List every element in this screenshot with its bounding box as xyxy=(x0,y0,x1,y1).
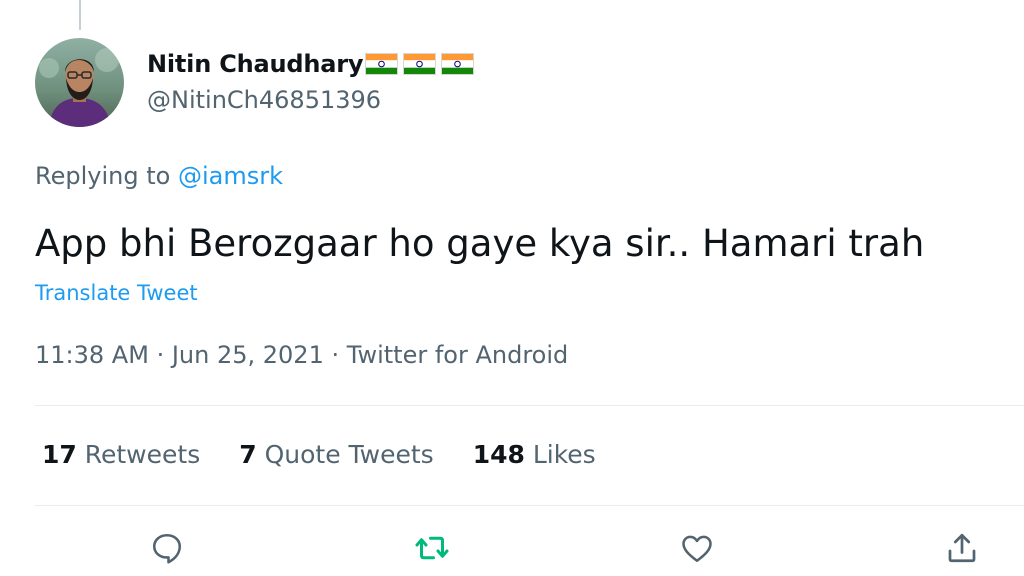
avatar-photo xyxy=(35,38,124,127)
author-handle[interactable]: @NitinCh46851396 xyxy=(147,86,381,114)
tweet-text: App bhi Berozgaar ho gaye kya sir.. Hama… xyxy=(35,222,925,265)
retweets-stat[interactable]: 17 Retweets xyxy=(42,440,200,469)
share-button[interactable] xyxy=(942,528,982,568)
like-button[interactable] xyxy=(677,528,717,568)
flag-emojis xyxy=(365,53,475,75)
tweet-metadata: 11:38 AM · Jun 25, 2021 · Twitter for An… xyxy=(35,341,568,369)
divider-bottom xyxy=(35,505,1024,506)
india-flag-icon xyxy=(365,53,399,75)
author-name-row[interactable]: Nitin Chaudhary xyxy=(147,48,475,80)
quote-tweets-stat[interactable]: 7 Quote Tweets xyxy=(239,440,433,469)
likes-count: 148 xyxy=(472,440,525,469)
retweets-count: 17 xyxy=(42,440,77,469)
reply-mention-link[interactable]: @iamsrk xyxy=(178,162,283,190)
author-display-name[interactable]: Nitin Chaudhary xyxy=(147,50,364,78)
divider-top xyxy=(35,405,1024,406)
retweet-icon xyxy=(415,536,449,560)
reply-icon xyxy=(152,533,182,564)
quote-tweets-label: Quote Tweets xyxy=(264,440,434,469)
replying-to-label: Replying to xyxy=(35,162,171,190)
avatar[interactable] xyxy=(35,38,124,127)
tweet-source[interactable]: Twitter for Android xyxy=(347,341,568,369)
india-flag-icon xyxy=(441,53,475,75)
engagement-stats: 17 Retweets 7 Quote Tweets 148 Likes xyxy=(42,440,596,469)
meta-separator: · xyxy=(156,341,165,369)
retweet-button[interactable] xyxy=(412,528,452,568)
share-icon xyxy=(948,533,976,563)
thread-connector-line xyxy=(79,0,81,30)
reply-button[interactable] xyxy=(147,528,187,568)
tweet-time[interactable]: 11:38 AM xyxy=(35,341,149,369)
likes-label: Likes xyxy=(532,440,596,469)
replying-to-line: Replying to @iamsrk xyxy=(35,162,283,190)
tweet-date[interactable]: Jun 25, 2021 xyxy=(172,341,324,369)
tweet-detail: Nitin Chaudhary @NitinCh46851396 Replyin… xyxy=(0,0,1024,576)
likes-stat[interactable]: 148 Likes xyxy=(473,440,596,469)
meta-separator: · xyxy=(331,341,340,369)
heart-icon xyxy=(682,535,712,563)
quote-tweets-count: 7 xyxy=(239,440,257,469)
retweets-label: Retweets xyxy=(84,440,201,469)
india-flag-icon xyxy=(403,53,437,75)
translate-tweet-link[interactable]: Translate Tweet xyxy=(35,281,198,305)
